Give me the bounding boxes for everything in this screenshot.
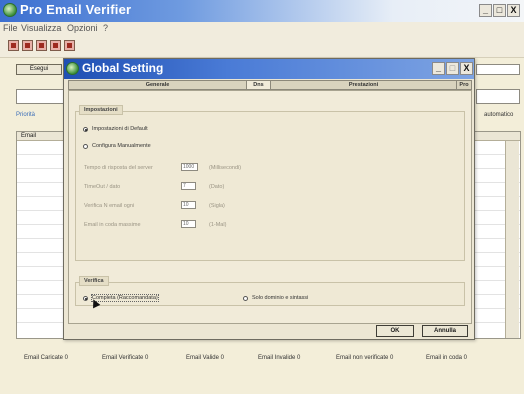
radio-manual-config[interactable] [83, 144, 88, 149]
tab-pro[interactable]: Pro [457, 81, 471, 89]
verify-group [75, 282, 465, 306]
dialog-panel: Impostazioni Impostazioni di Default Con… [68, 90, 472, 324]
left-input-field[interactable] [16, 89, 64, 104]
menu-bar: File Visualizza Opzioni ? [0, 22, 524, 36]
automatic-label: automatico [484, 112, 514, 118]
label-domain-only: Solo dominio e sintassi [252, 295, 309, 301]
radio-complete-verify[interactable] [83, 296, 88, 301]
menu-opzioni[interactable]: Opzioni [67, 23, 98, 33]
menu-file[interactable]: File [3, 23, 18, 33]
main-title-bar: Pro Email Verifier _ □ X [0, 0, 524, 22]
grid-scrollbar[interactable] [505, 141, 519, 338]
right-input-field[interactable] [476, 89, 520, 104]
status-invalid: Email Invalide 0 [258, 355, 301, 361]
execute-button[interactable]: Esegui [16, 64, 62, 75]
unit-server-response: (Millisecondi) [209, 165, 242, 171]
settings-group [75, 111, 465, 261]
dialog-tabs: Generale Dns Prestazioni Pro [68, 80, 472, 90]
label-default-settings: Impostazioni di Default [92, 126, 148, 132]
top-right-field[interactable] [476, 64, 520, 75]
toolbar-icon-1[interactable] [8, 40, 19, 51]
label-server-response: Tempo di risposta del server [84, 165, 153, 171]
settings-group-title: Impostazioni [79, 105, 123, 115]
dialog-title: Global Setting [82, 61, 164, 75]
tab-dns[interactable]: Dns [247, 81, 271, 89]
priority-label: Priorità [16, 112, 36, 118]
dialog-maximize-button[interactable]: □ [446, 62, 459, 75]
label-complete-verify: Completa (Raccomandata) [91, 294, 159, 302]
cancel-button[interactable]: Annulla [422, 325, 468, 337]
dialog-globe-icon [66, 62, 79, 75]
status-valid: Email Valide 0 [186, 355, 224, 361]
ok-button[interactable]: OK [376, 325, 414, 337]
maximize-button[interactable]: □ [493, 4, 506, 17]
radio-default-settings[interactable] [83, 127, 88, 132]
tab-prestazioni[interactable]: Prestazioni [271, 81, 457, 89]
minimize-button[interactable]: _ [479, 4, 492, 17]
input-max-queue[interactable]: 10 [181, 220, 196, 228]
close-button[interactable]: X [507, 4, 520, 17]
label-max-queue: Email in coda massime [84, 222, 141, 228]
app-globe-icon [3, 3, 17, 17]
unit-verify-every: (Sigla) [209, 203, 225, 209]
tab-generale[interactable]: Generale [69, 81, 247, 89]
unit-max-queue: (1-Mal) [209, 222, 227, 228]
menu-help[interactable]: ? [103, 23, 108, 33]
toolbar-icon-4[interactable] [50, 40, 61, 51]
status-loaded: Email Caricate 0 [24, 355, 69, 361]
radio-domain-only[interactable] [243, 296, 248, 301]
label-verify-every: Verifica N email ogni [84, 203, 135, 209]
toolbar [0, 36, 524, 58]
status-bar: Email Caricate 0 Email Verificate 0 Emai… [16, 350, 521, 370]
dialog-close-button[interactable]: X [460, 62, 473, 75]
main-window-title: Pro Email Verifier [20, 2, 132, 17]
input-server-response[interactable]: 1000 [181, 163, 198, 171]
grid-header-email[interactable]: Email [21, 133, 36, 139]
dialog-title-bar: Global Setting _ □ X [64, 59, 474, 79]
status-verified: Email Verificate 0 [102, 355, 149, 361]
toolbar-icon-3[interactable] [36, 40, 47, 51]
input-timeout[interactable]: 7 [181, 182, 196, 190]
unit-timeout: (Dato) [209, 184, 225, 190]
menu-visualizza[interactable]: Visualizza [21, 23, 61, 33]
label-timeout: TimeOut / dato [84, 184, 121, 190]
dialog-minimize-button[interactable]: _ [432, 62, 445, 75]
global-setting-dialog: Global Setting _ □ X Generale Dns Presta… [63, 58, 475, 340]
verify-group-title: Verifica [79, 276, 109, 286]
status-queued: Email in coda 0 [426, 355, 468, 361]
toolbar-icon-5[interactable] [64, 40, 75, 51]
toolbar-icon-2[interactable] [22, 40, 33, 51]
input-verify-every[interactable]: 10 [181, 201, 196, 209]
label-manual-config: Configura Manualmente [92, 143, 151, 149]
status-not-verified: Email non verificate 0 [336, 355, 394, 361]
